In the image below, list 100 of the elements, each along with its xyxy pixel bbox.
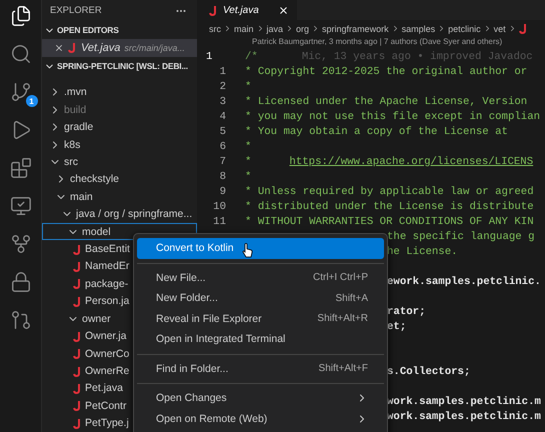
line-number: 2 — [218, 80, 227, 92]
line-number: 10 — [212, 200, 227, 212]
code-text: he License. — [387, 246, 458, 258]
folder-name: gradle — [64, 121, 94, 134]
open-editor-row[interactable]: Vet.java src/main/java... — [42, 38, 197, 57]
line-number: 1 — [205, 50, 214, 62]
shortcut: Shift+Alt+R — [317, 313, 368, 324]
menu-item[interactable]: Reveal in File Explorer Shift+Alt+R — [137, 308, 384, 329]
folder-row[interactable]: java / org / springframe... — [42, 206, 197, 223]
folder-name: k8s — [64, 138, 80, 151]
blame-annotation[interactable]: Patrick Baumgartner, 3 months ago | 7 authors (Dave Syer and others) — [197, 37, 545, 49]
menu-item[interactable]: New File... Ctrl+I Ctrl+P — [137, 268, 384, 288]
code-text: work.samples.petclinic.m — [387, 410, 541, 422]
line-number: 11 — [212, 216, 227, 228]
menu-label: New Folder... — [156, 292, 218, 304]
line-number: 5 — [218, 126, 227, 138]
menu-item[interactable]: Open Changes — [137, 388, 384, 408]
java-file-icon — [73, 382, 82, 394]
code-text: et; — [387, 320, 406, 332]
code-text: * — [245, 156, 252, 168]
file-name: Pet.java — [85, 382, 123, 394]
folder-row[interactable]: src — [42, 153, 197, 171]
close-icon[interactable] — [54, 42, 64, 53]
lock-icon[interactable] — [10, 271, 32, 293]
line-number: 3 — [218, 96, 227, 108]
folder-name: main — [70, 190, 93, 203]
line-number: 6 — [218, 140, 227, 152]
section-title: OPEN EDITORS — [57, 25, 119, 36]
folder-row[interactable]: gradle — [42, 118, 197, 136]
pull-request-icon[interactable] — [10, 309, 32, 331]
file-name: package- — [85, 278, 128, 290]
code-text: ework.samples.petclinic. — [387, 276, 541, 288]
java-file-icon — [73, 366, 82, 377]
breadcrumb-item[interactable]: samples — [402, 24, 436, 34]
files-icon[interactable] — [10, 5, 32, 27]
license-link[interactable]: https://www.apache.org/licenses/LICENS — [289, 156, 534, 168]
branch-icon[interactable] — [10, 81, 32, 103]
code-text: * — [245, 140, 252, 152]
folder-row[interactable]: build — [42, 100, 197, 118]
file-name: Owner.ja — [85, 330, 126, 342]
file-name: OwnerCo — [85, 348, 130, 360]
file-name: BaseEntit — [85, 243, 130, 256]
blocks-icon[interactable] — [10, 157, 32, 179]
breadcrumb-item[interactable]: java — [266, 24, 284, 34]
folder-name: checkstyle — [70, 173, 120, 186]
folder-name: src — [64, 156, 78, 168]
java-file-icon — [73, 244, 82, 255]
breadcrumb-item[interactable]: springframework — [322, 24, 389, 34]
java-file-icon — [209, 5, 218, 16]
java-file-icon — [518, 23, 528, 34]
folder-row[interactable]: .mvn — [42, 84, 197, 101]
java-file-icon — [73, 418, 82, 429]
file-name: Vet.java — [81, 42, 120, 54]
folder-row[interactable]: checkstyle — [42, 170, 197, 188]
code-text: * Unless required by applicable law or agreed — [245, 186, 534, 198]
breadcrumb-item[interactable]: org — [296, 24, 310, 34]
code-text: rator; — [387, 306, 426, 318]
shortcut: Shift+A — [335, 292, 368, 304]
java-file-icon — [73, 278, 82, 290]
file-name: Person.ja — [85, 295, 130, 308]
menu-label: Convert to Kotlin — [156, 242, 234, 254]
section-title: SPRING-PETCLINIC [WSL: DEBI... — [57, 61, 188, 72]
search-icon[interactable] — [10, 43, 32, 65]
breadcrumb-item[interactable]: petclinic — [448, 24, 481, 34]
breadcrumb-item[interactable]: src — [209, 24, 221, 34]
menu-item[interactable]: Convert to Kotlin — [137, 238, 384, 258]
monitor-icon[interactable] — [10, 195, 32, 217]
java-file-icon — [73, 296, 82, 307]
java-file-icon — [73, 400, 82, 412]
breadcrumb-item[interactable]: main — [234, 24, 254, 34]
java-file-icon — [73, 330, 82, 342]
file-path: src/main/java... — [124, 42, 185, 53]
sidebar-title: EXPLORER — [50, 5, 102, 16]
folder-row[interactable]: k8s — [42, 136, 197, 154]
folder-name: model — [82, 226, 111, 238]
line-number: 9 — [218, 186, 227, 198]
count-badge: 1 — [26, 95, 38, 107]
tab-label: Vet.java — [223, 5, 259, 16]
close-icon[interactable] — [278, 5, 289, 16]
line-number: 7 — [218, 156, 227, 168]
hand-cursor-icon — [242, 243, 253, 258]
menu-item[interactable]: New Folder... Shift+A — [137, 288, 384, 308]
fork-icon[interactable] — [10, 233, 32, 255]
code-text: * — [245, 170, 252, 182]
code-text: * Licensed under the Apache License, Version — [245, 96, 528, 108]
java-file-icon — [73, 260, 82, 272]
code-text: * — [245, 80, 252, 92]
code-text: * WITHOUT WARRANTIES OR CONDITIONS OF ANY KIN — [245, 216, 534, 228]
editor-tab[interactable]: Vet.java — [197, 0, 297, 20]
folder-row[interactable]: main — [42, 188, 197, 206]
code-text: s.Collectors; — [387, 366, 470, 378]
file-name: OwnerRe — [85, 365, 130, 378]
code-text: * distributed under the License is distribute — [245, 200, 534, 212]
menu-label: Open in Integrated Terminal — [156, 333, 286, 346]
shortcut: Shift+Alt+F — [318, 363, 368, 374]
menu-item[interactable]: Open on Remote (Web) — [137, 408, 384, 429]
file-name: PetContr — [85, 400, 126, 412]
breadcrumb-item[interactable]: vet — [494, 24, 506, 34]
folder-name: .mvn — [64, 86, 87, 98]
folder-name: build — [64, 104, 86, 116]
